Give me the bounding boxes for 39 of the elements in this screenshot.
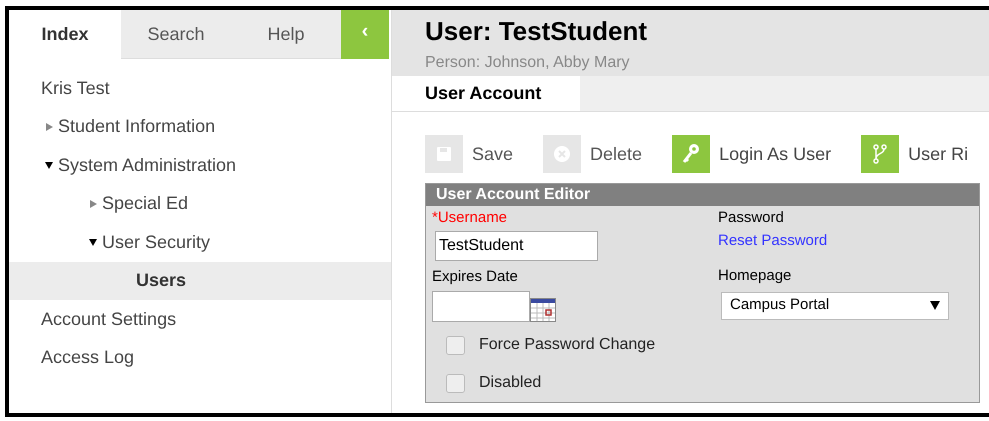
homepage-dropdown[interactable]: Campus Portal bbox=[721, 292, 949, 320]
key-icon bbox=[672, 135, 710, 173]
person-name: Person: Johnson, Abby Mary bbox=[425, 53, 631, 73]
toolbar-button[interactable]: Login As User bbox=[672, 135, 832, 173]
collapsed-arrow-icon[interactable] bbox=[45, 122, 53, 131]
calendar-icon[interactable] bbox=[530, 298, 556, 322]
dropdown-value: Campus Portal bbox=[730, 295, 830, 316]
field-label: Expires Date bbox=[432, 266, 519, 286]
branch-icon bbox=[861, 135, 900, 173]
checkbox-label: Force Password Change bbox=[479, 335, 656, 355]
tree-item[interactable]: User Security bbox=[102, 228, 210, 256]
delete-icon bbox=[543, 135, 582, 173]
tree-item[interactable]: Student Information bbox=[58, 113, 216, 140]
toolbar-button[interactable]: User Ri bbox=[861, 135, 968, 173]
reset-password-link[interactable]: Reset Password bbox=[718, 230, 828, 252]
save-icon bbox=[425, 135, 463, 173]
checkbox-label: Disabled bbox=[479, 373, 542, 393]
tree-item[interactable]: Special Ed bbox=[102, 190, 188, 218]
dropdown-arrow-icon bbox=[930, 301, 940, 310]
tree-item[interactable]: Account Settings bbox=[41, 306, 176, 333]
date-field[interactable] bbox=[432, 291, 530, 322]
checkbox[interactable] bbox=[446, 336, 465, 354]
field-label: *Username bbox=[432, 208, 508, 228]
tab[interactable]: User Account bbox=[392, 76, 580, 111]
page-title: User: TestStudent bbox=[425, 15, 648, 48]
tree-item[interactable]: Users bbox=[136, 267, 186, 294]
field-label: Homepage bbox=[718, 266, 792, 286]
tree-item[interactable]: Kris Test bbox=[41, 74, 110, 102]
field-label: Password bbox=[718, 208, 785, 228]
expanded-arrow-icon[interactable] bbox=[45, 161, 53, 170]
sidebar-tab[interactable]: Help bbox=[231, 10, 341, 59]
username-field[interactable]: TestStudent bbox=[435, 230, 598, 260]
sidebar-tab[interactable]: Search bbox=[121, 10, 231, 59]
tree-item[interactable]: System Administration bbox=[58, 152, 236, 179]
editor-title: User Account Editor bbox=[426, 184, 979, 206]
expanded-arrow-icon[interactable] bbox=[89, 238, 97, 246]
checkbox[interactable] bbox=[446, 374, 465, 392]
tree-item[interactable]: Access Log bbox=[41, 344, 134, 372]
collapsed-arrow-icon[interactable] bbox=[89, 200, 97, 208]
